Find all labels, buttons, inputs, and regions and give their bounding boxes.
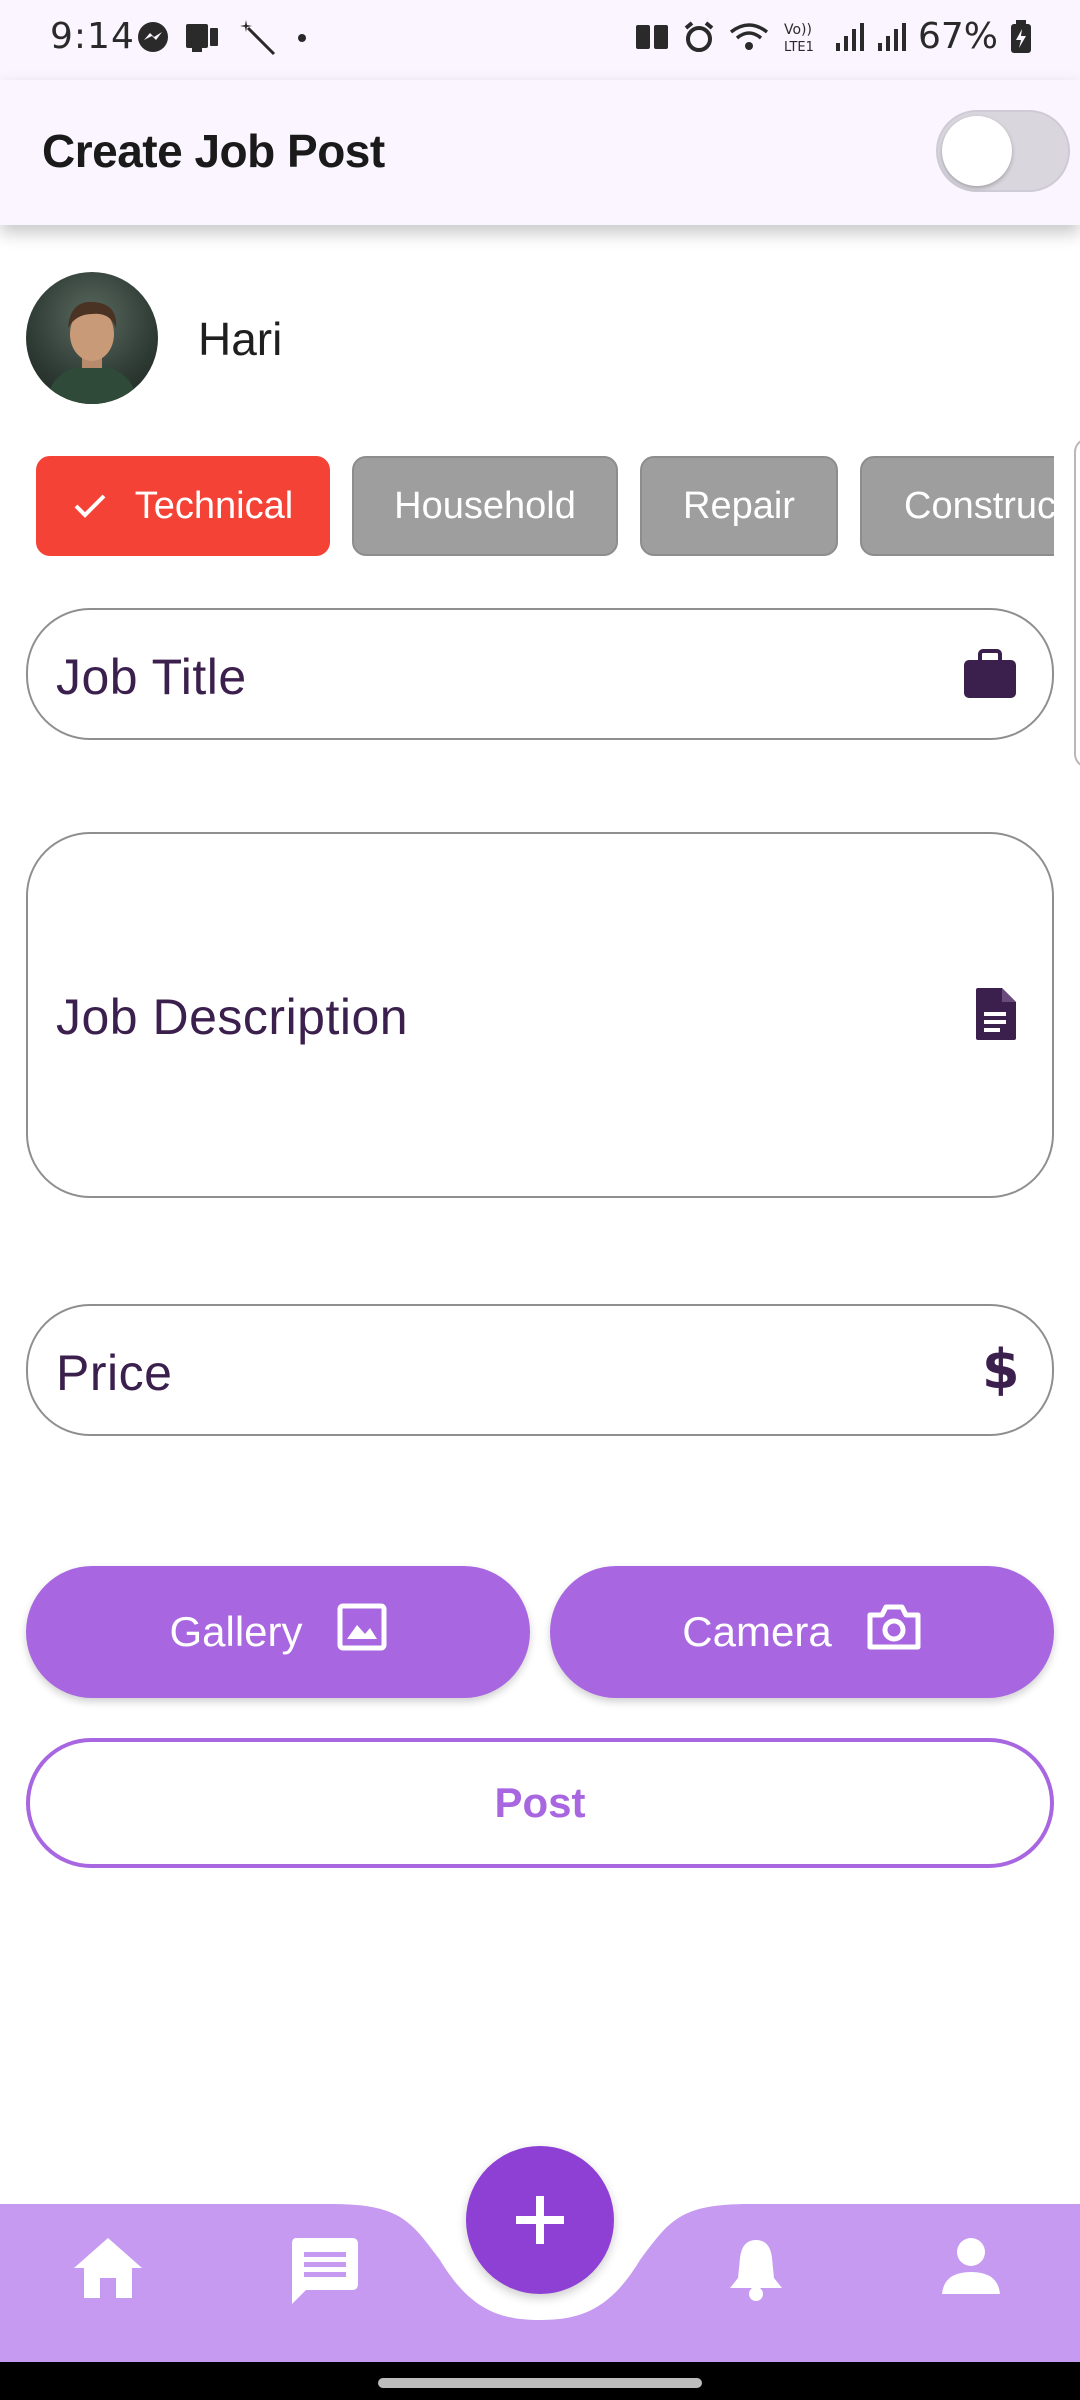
app-bar: Create Job Post — [0, 80, 1080, 225]
price-label: Price — [56, 1345, 173, 1401]
nav-profile[interactable] — [940, 2236, 1002, 2296]
battery-charging-icon — [1011, 19, 1031, 53]
svg-text:Vo)): Vo)) — [784, 22, 812, 38]
svg-text:LTE1: LTE1 — [784, 40, 814, 55]
add-job-fab[interactable] — [466, 2146, 614, 2294]
chip-label: Construct — [904, 484, 1054, 527]
job-title-field[interactable]: Job Title — [26, 608, 1054, 740]
job-description-label: Job Description — [56, 989, 409, 1045]
messenger-icon — [138, 22, 168, 52]
toggle-knob — [942, 116, 1012, 186]
svg-text:$: $ — [982, 1340, 1018, 1400]
nav-messages[interactable] — [288, 2236, 360, 2306]
document-icon — [974, 986, 1018, 1042]
page-title: Create Job Post — [42, 125, 385, 177]
signal-icon-2 — [877, 22, 906, 51]
alarm-icon — [684, 20, 714, 52]
mode-toggle[interactable] — [936, 110, 1070, 192]
notification-icons — [136, 18, 312, 56]
nav-notifications[interactable] — [726, 2236, 786, 2302]
system-status-icons: Vo)) LTE1 67% — [634, 16, 1032, 57]
status-bar: 9:14 Vo)) LTE1 67% — [0, 0, 1080, 80]
user-name: Hari — [198, 313, 283, 365]
image-icon — [337, 1603, 387, 1661]
gallery-button[interactable]: Gallery — [26, 1566, 530, 1698]
chip-label: Repair — [683, 484, 795, 527]
dot-icon — [298, 34, 306, 42]
battery-percent: 67% — [917, 16, 998, 57]
chip-technical[interactable]: Technical — [36, 456, 330, 556]
home-gesture-pill[interactable] — [378, 2378, 702, 2388]
signal-icon — [835, 22, 864, 51]
chip-repair[interactable]: Repair — [640, 456, 838, 556]
add-icon — [516, 2196, 564, 2244]
home-icon — [74, 2238, 142, 2298]
volte-icon: Vo)) LTE1 — [784, 22, 814, 55]
check-icon — [73, 492, 107, 520]
system-navigation-bar — [0, 2362, 1080, 2400]
camera-button[interactable]: Camera — [550, 1566, 1054, 1698]
magic-wand-icon — [240, 20, 276, 56]
category-chips: Technical Household Repair Construct — [36, 456, 1054, 556]
job-title-label: Job Title — [56, 649, 247, 705]
wifi-icon — [729, 22, 769, 50]
create-job-post-screen: 9:14 Vo)) LTE1 67% Create Job Post Hari … — [0, 0, 1080, 2400]
job-description-field[interactable]: Job Description — [26, 832, 1054, 1198]
camera-label: Camera — [682, 1608, 832, 1655]
briefcase-icon — [962, 648, 1018, 700]
device-icon — [186, 24, 218, 52]
overflow-edge — [1074, 438, 1080, 768]
dollar-icon: $ — [978, 1340, 1018, 1400]
avatar-portrait-icon — [46, 301, 138, 404]
post-button[interactable]: Post — [26, 1738, 1054, 1868]
chip-construction[interactable]: Construct — [860, 456, 1054, 556]
price-field[interactable]: Price $ — [26, 1304, 1054, 1436]
status-time: 9:14 — [50, 16, 135, 57]
nav-home[interactable] — [72, 2236, 144, 2300]
avatar — [26, 272, 158, 404]
chip-label: Household — [394, 484, 576, 527]
post-label: Post — [494, 1779, 586, 1826]
gallery-label: Gallery — [169, 1608, 303, 1655]
chip-household[interactable]: Household — [352, 456, 618, 556]
camera-icon — [866, 1603, 922, 1661]
chat-icon — [292, 2238, 358, 2304]
profile-icon — [942, 2238, 1000, 2294]
chip-label: Technical — [134, 484, 294, 527]
notification-bell-icon — [730, 2240, 782, 2301]
book-icon — [635, 24, 668, 49]
